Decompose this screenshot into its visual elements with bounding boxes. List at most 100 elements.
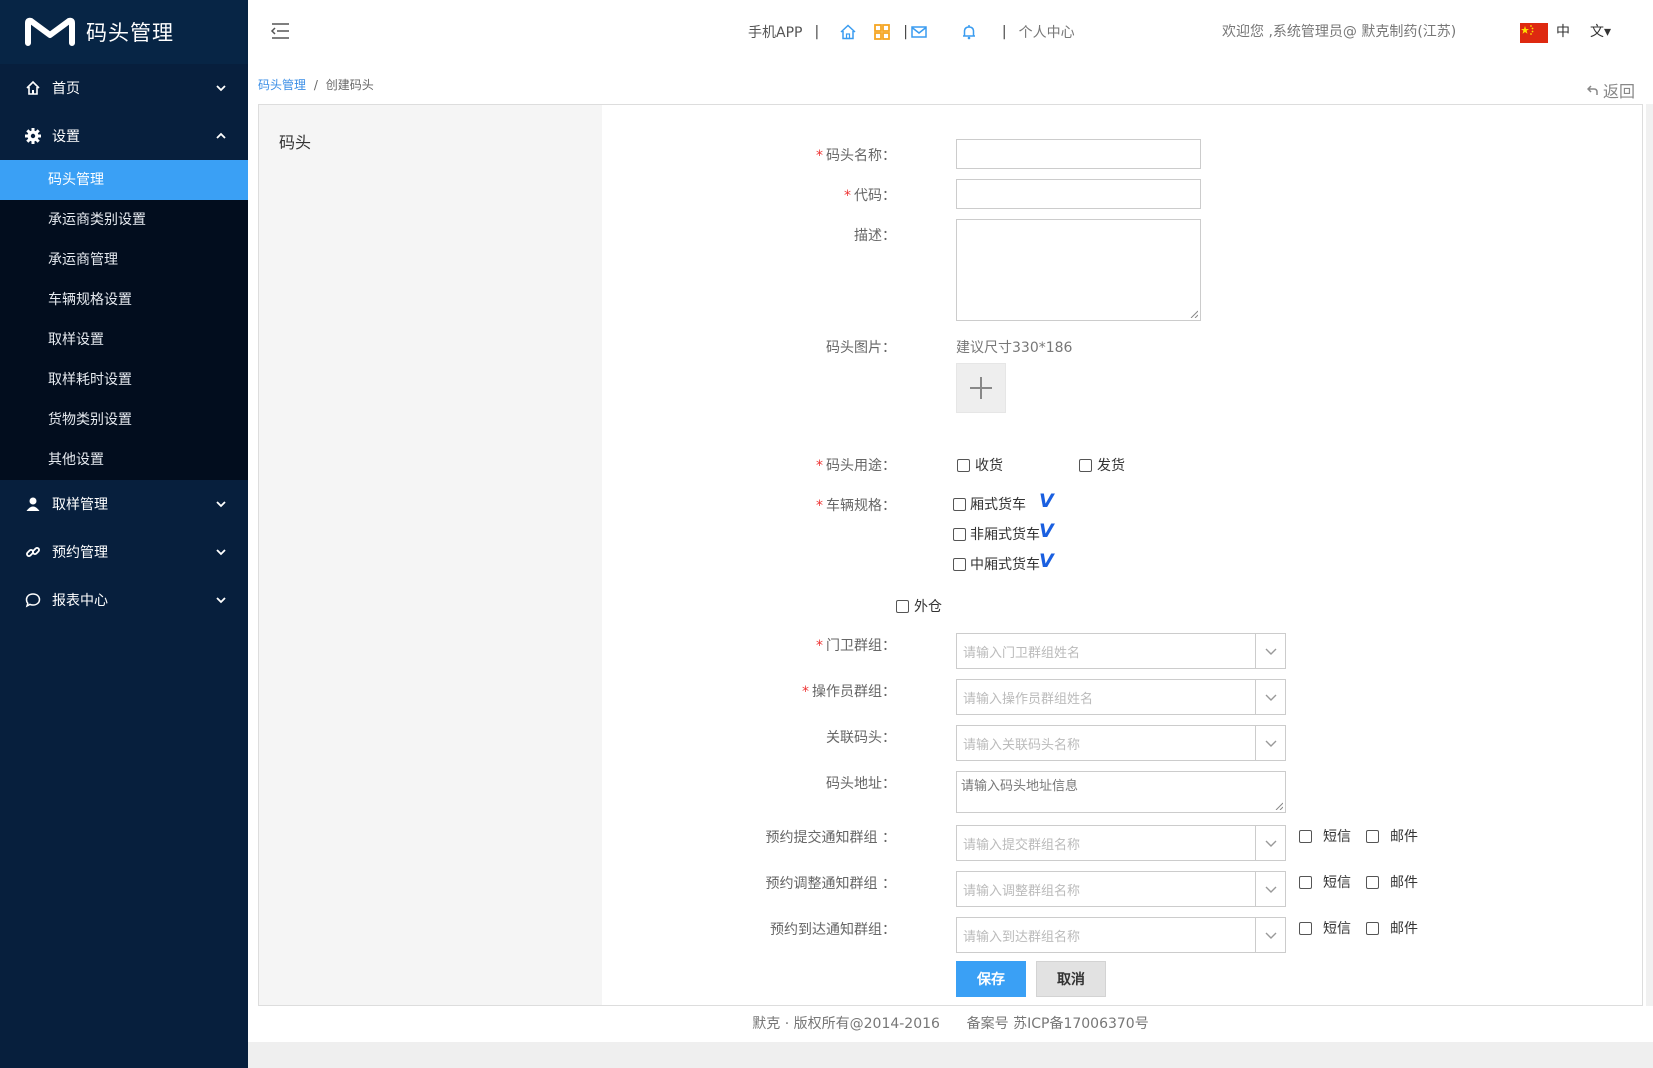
chevron-down-icon [216, 85, 226, 92]
chevron-down-icon [1255, 826, 1285, 860]
breadcrumb: 码头管理 / 创建码头 [258, 76, 374, 93]
dock-name-input[interactable] [956, 139, 1201, 169]
guard-group-select[interactable]: 请输入门卫群组姓名 [956, 633, 1286, 669]
usage-ship-checkbox[interactable] [1079, 459, 1092, 472]
mail-icon[interactable] [910, 23, 928, 41]
submit-notify-placeholder: 请输入提交群组名称 [963, 837, 1081, 853]
submit-sms-checkbox[interactable] [1299, 830, 1312, 843]
vehicle-non-box-truck-label: 非厢式货车 [970, 527, 1040, 543]
adjust-sms-label: 短信 [1323, 875, 1351, 891]
form-panel: 码头 * 码头名称： * 代码： 描述： 码头图片： 建议尺寸330*186 * 码头… [258, 104, 1643, 1006]
nav-group-settings[interactable]: 设置 [0, 112, 248, 160]
vehicle-mid-box-truck-checkbox[interactable] [953, 558, 966, 571]
chevron-down-icon [216, 597, 226, 604]
required-mark: * [816, 148, 823, 164]
vehicle-spec-label: * 车辆规格： [816, 495, 896, 515]
home-icon[interactable] [839, 23, 857, 41]
footer: 默克 · 版权所有@2014-2016 备案号 苏ICP备17006370号 [248, 1006, 1653, 1042]
sidebar-item-sampling-time[interactable]: 取样耗时设置 [0, 360, 248, 400]
code-label: * 代码： [844, 185, 896, 205]
arrive-notify-select[interactable]: 请输入到达群组名称 [956, 917, 1286, 953]
nav-group-reports[interactable]: 报表中心 [0, 576, 248, 624]
guard-group-label-text: 门卫群组： [826, 638, 896, 654]
submit-notify-label: 预约提交通知群组 ： [765, 830, 896, 846]
operator-group-placeholder: 请输入操作员群组姓名 [963, 691, 1094, 707]
chevron-down-icon [1255, 680, 1285, 714]
submit-mail-label: 邮件 [1390, 829, 1418, 845]
required-mark: * [816, 458, 823, 474]
header-nav: 手机APP | | | 个人中心 [748, 0, 1075, 64]
header-separator: | [903, 24, 908, 40]
plus-icon [970, 377, 992, 399]
page-scrollbar[interactable] [1646, 104, 1653, 1016]
vehicle-box-truck-checkbox[interactable] [953, 498, 966, 511]
adjust-notify-label: 预约调整通知群组 ： [765, 876, 896, 892]
save-button[interactable]: 保存 [956, 961, 1026, 997]
nav-group-label: 取样管理 [52, 497, 108, 513]
usage-label: * 码头用途： [816, 455, 896, 475]
personal-center-link[interactable]: 个人中心 [1019, 22, 1075, 42]
code-input[interactable] [956, 179, 1201, 209]
arrive-mail-checkbox[interactable] [1366, 922, 1379, 935]
adjust-mail-checkbox[interactable] [1366, 876, 1379, 889]
related-dock-label: 关联码头： [826, 730, 896, 746]
outer-warehouse-checkbox[interactable] [896, 600, 909, 613]
chevron-down-icon [1255, 726, 1285, 760]
adjust-sms-checkbox[interactable] [1299, 876, 1312, 889]
operator-group-select[interactable]: 请输入操作员群组姓名 [956, 679, 1286, 715]
home-icon [24, 79, 42, 97]
nav-group-booking[interactable]: 预约管理 [0, 528, 248, 576]
vehicle-mid-box-truck-label: 中厢式货车 [970, 557, 1040, 573]
nav-group-home[interactable]: 首页 [0, 64, 248, 112]
required-mark: * [802, 684, 809, 700]
china-flag-icon [1520, 23, 1548, 43]
arrive-notify-placeholder: 请输入到达群组名称 [963, 929, 1081, 945]
sidebar-item-goods-category[interactable]: 货物类别设置 [0, 400, 248, 440]
submit-notify-select[interactable]: 请输入提交群组名称 [956, 825, 1286, 861]
gear-icon [24, 127, 42, 145]
adjust-notify-select[interactable]: 请输入调整群组名称 [956, 871, 1286, 907]
grid-icon[interactable] [873, 23, 891, 41]
related-dock-select[interactable]: 请输入关联码头名称 [956, 725, 1286, 761]
sidebar-item-carrier-category[interactable]: 承运商类别设置 [0, 200, 248, 240]
nav-group-sampling[interactable]: 取样管理 [0, 480, 248, 528]
main-content: 码头管理 / 创建码头 返回 码头 * 码头名称： * 代码： 描述： 码头图片： [248, 64, 1653, 1006]
cancel-button[interactable]: 取消 [1036, 961, 1106, 997]
sidebar-item-sampling[interactable]: 取样设置 [0, 320, 248, 360]
chevron-down-icon [1255, 918, 1285, 952]
breadcrumb-root-link[interactable]: 码头管理 [258, 78, 306, 92]
language-dropdown[interactable]: 文▾ [1590, 0, 1611, 64]
operator-group-label: * 操作员群组： [802, 681, 896, 701]
bell-icon[interactable] [960, 23, 978, 41]
submit-sms-label: 短信 [1323, 829, 1351, 845]
panel-side: 码头 [259, 105, 602, 1005]
required-mark: * [816, 498, 823, 514]
address-label: 码头地址： [826, 776, 896, 792]
sidebar-item-other[interactable]: 其他设置 [0, 440, 248, 480]
back-button[interactable]: 返回 [1586, 78, 1635, 102]
sidebar-item-carrier-management[interactable]: 承运商管理 [0, 240, 248, 280]
vehicle-non-box-truck-checkbox[interactable] [953, 528, 966, 541]
address-textarea[interactable]: 请输入码头地址信息 [956, 771, 1286, 813]
nav-group-label: 报表中心 [52, 593, 108, 609]
usage-receive-checkbox[interactable] [957, 459, 970, 472]
submit-mail-checkbox[interactable] [1366, 830, 1379, 843]
description-label: 描述： [854, 228, 896, 244]
menu-toggle-icon[interactable] [270, 22, 290, 40]
guard-group-placeholder: 请输入门卫群组姓名 [963, 645, 1081, 661]
arrive-sms-label: 短信 [1323, 921, 1351, 937]
guard-group-label: * 门卫群组： [816, 635, 896, 655]
nav-group-label: 设置 [52, 129, 80, 145]
image-upload-button[interactable] [956, 363, 1006, 413]
outer-warehouse-label: 外仓 [914, 599, 942, 615]
sidebar-item-dock-management[interactable]: 码头管理 [0, 160, 248, 200]
header-separator: | [1001, 24, 1007, 40]
chevron-down-icon [1255, 634, 1285, 668]
brand-logo-icon [25, 17, 75, 46]
sidebar-item-vehicle-spec[interactable]: 车辆规格设置 [0, 280, 248, 320]
breadcrumb-separator: / [313, 78, 318, 92]
arrive-notify-label: 预约到达通知群组： [770, 922, 896, 938]
arrive-sms-checkbox[interactable] [1299, 922, 1312, 935]
mobile-app-link[interactable]: 手机APP [748, 22, 802, 42]
description-textarea[interactable] [956, 219, 1201, 321]
